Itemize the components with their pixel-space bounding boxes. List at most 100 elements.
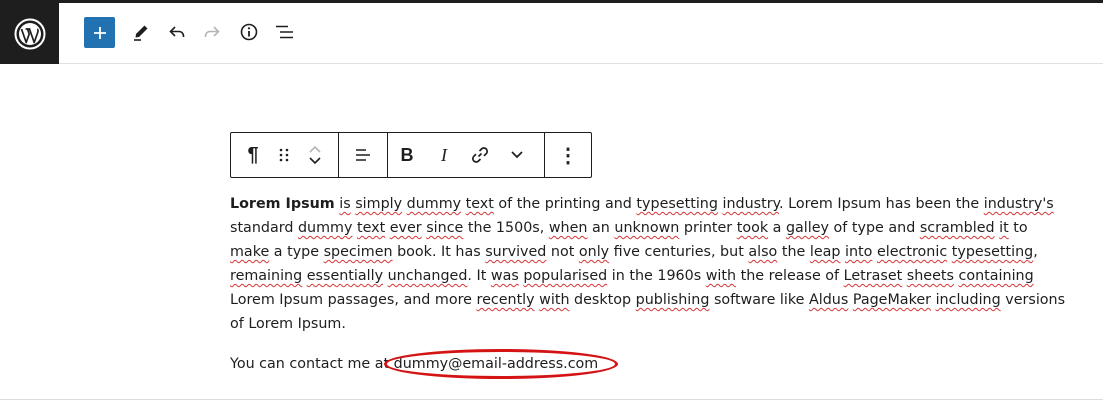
add-block-button[interactable]: [84, 17, 115, 48]
text: . It: [467, 268, 491, 284]
misspelled-word: essentially: [306, 268, 384, 284]
block-type-group: ¶: [231, 133, 339, 177]
misspelled-word: galley: [785, 220, 830, 236]
block-options-button[interactable]: ⋮: [545, 133, 591, 177]
misspelled-word: survived: [485, 244, 547, 260]
email-address: dummy@email-address.com: [393, 356, 599, 372]
misspelled-word: only: [578, 244, 610, 260]
text: . Lorem Ipsum has been the: [779, 196, 984, 212]
undo-button[interactable]: [165, 20, 189, 44]
text: of type and: [829, 220, 920, 236]
misspelled-word: PageMaker: [852, 292, 932, 308]
misspelled-word: scrambled: [919, 220, 995, 236]
misspelled-word: took: [736, 220, 769, 236]
misspelled-word: unknown: [614, 220, 680, 236]
pencil-icon: [134, 25, 148, 41]
plus-icon: [93, 26, 106, 39]
bold-button[interactable]: B: [388, 133, 426, 177]
misspelled-word: text: [356, 220, 386, 236]
move-up-icon[interactable]: [307, 143, 323, 155]
list-view-button[interactable]: [273, 20, 297, 44]
contact-text: You can contact me at: [230, 356, 394, 372]
text: of the printing and: [493, 196, 637, 212]
misspelled-word: specimen: [323, 244, 393, 260]
link-button[interactable]: [462, 133, 498, 177]
list-view-icon: [276, 25, 293, 39]
bottom-divider: [0, 399, 1103, 400]
text: printer: [679, 220, 737, 236]
italic-icon: I: [441, 144, 447, 165]
misspelled-word: typesetting: [636, 196, 718, 212]
block-toolbar: ¶ B I ⋮: [230, 132, 592, 178]
text: Lorem Ipsum passages, and more: [230, 292, 477, 308]
text: a: [768, 220, 786, 236]
misspelled-word: with: [539, 292, 570, 308]
bold-text: Lorem Ipsum: [230, 196, 335, 212]
misspelled-word: since: [426, 220, 464, 236]
misspelled-word: make: [230, 244, 270, 260]
align-button[interactable]: [339, 133, 387, 177]
wordpress-logo-icon: [14, 18, 45, 49]
misspelled-word: unchanged: [387, 268, 468, 284]
misspelled-word: recently: [476, 292, 535, 308]
move-buttons: [293, 133, 337, 177]
misspelled-word: simply: [355, 196, 403, 212]
text: to: [1008, 220, 1028, 236]
misspelled-word: with: [705, 268, 737, 284]
misspelled-word: is: [339, 196, 351, 212]
misspelled-word: when: [548, 220, 588, 236]
misspelled-word: leap: [809, 244, 841, 260]
align-left-icon: [356, 149, 370, 161]
misspelled-word: ever: [389, 220, 422, 236]
text: desktop: [569, 292, 636, 308]
misspelled-word: Aldus: [808, 292, 849, 308]
misspelled-word: dummy: [406, 196, 462, 212]
text: ,: [1033, 244, 1038, 260]
chevron-down-icon: [511, 151, 523, 159]
paragraph-block-contact[interactable]: You can contact me at dummy@email-addres…: [230, 352, 1070, 376]
redo-icon: [204, 26, 220, 37]
drag-handle[interactable]: [275, 133, 293, 177]
more-vertical-icon: ⋮: [558, 144, 578, 167]
text: in the 1960s: [607, 268, 706, 284]
format-group: B I: [388, 133, 545, 177]
drag-handle-icon: [279, 148, 289, 162]
details-button[interactable]: [237, 20, 261, 44]
misspelled-word: remaining: [230, 268, 303, 284]
tools-button[interactable]: [129, 20, 153, 44]
undo-icon: [169, 26, 185, 37]
misspelled-word: typesetting: [951, 244, 1034, 260]
text: the 1500s,: [463, 220, 549, 236]
more-formats-button[interactable]: [498, 133, 536, 177]
paragraph-block-button[interactable]: ¶: [231, 133, 275, 177]
misspelled-word: text: [465, 196, 494, 212]
align-group: [339, 133, 388, 177]
text: software like: [709, 292, 809, 308]
wordpress-logo-button[interactable]: [0, 3, 59, 64]
misspelled-word: sheets: [906, 268, 954, 284]
misspelled-word: into: [845, 244, 873, 260]
text: a type: [269, 244, 324, 260]
link-icon: [471, 147, 489, 163]
text: the: [777, 244, 810, 260]
misspelled-word: it: [999, 220, 1009, 236]
misspelled-word: containing: [958, 268, 1034, 284]
post-content[interactable]: Lorem Ipsum is simply dummy text of the …: [230, 192, 1070, 376]
misspelled-word: also: [748, 244, 778, 260]
text: not: [546, 244, 579, 260]
info-icon: [240, 23, 258, 41]
paragraph-block[interactable]: Lorem Ipsum is simply dummy text of the …: [230, 192, 1070, 336]
move-down-icon[interactable]: [307, 155, 323, 167]
misspelled-word: Letraset: [843, 268, 903, 284]
text: the release of: [736, 268, 844, 284]
paragraph-icon: ¶: [247, 143, 259, 166]
misspelled-word: industry: [722, 196, 780, 212]
misspelled-word: including: [935, 292, 1001, 308]
italic-button[interactable]: I: [426, 133, 462, 177]
misspelled-word: dummy: [297, 220, 353, 236]
text: standard: [230, 220, 298, 236]
text: an: [587, 220, 615, 236]
text: five centuries, but: [609, 244, 749, 260]
misspelled-word: popularised: [523, 268, 608, 284]
redo-button[interactable]: [200, 20, 224, 44]
